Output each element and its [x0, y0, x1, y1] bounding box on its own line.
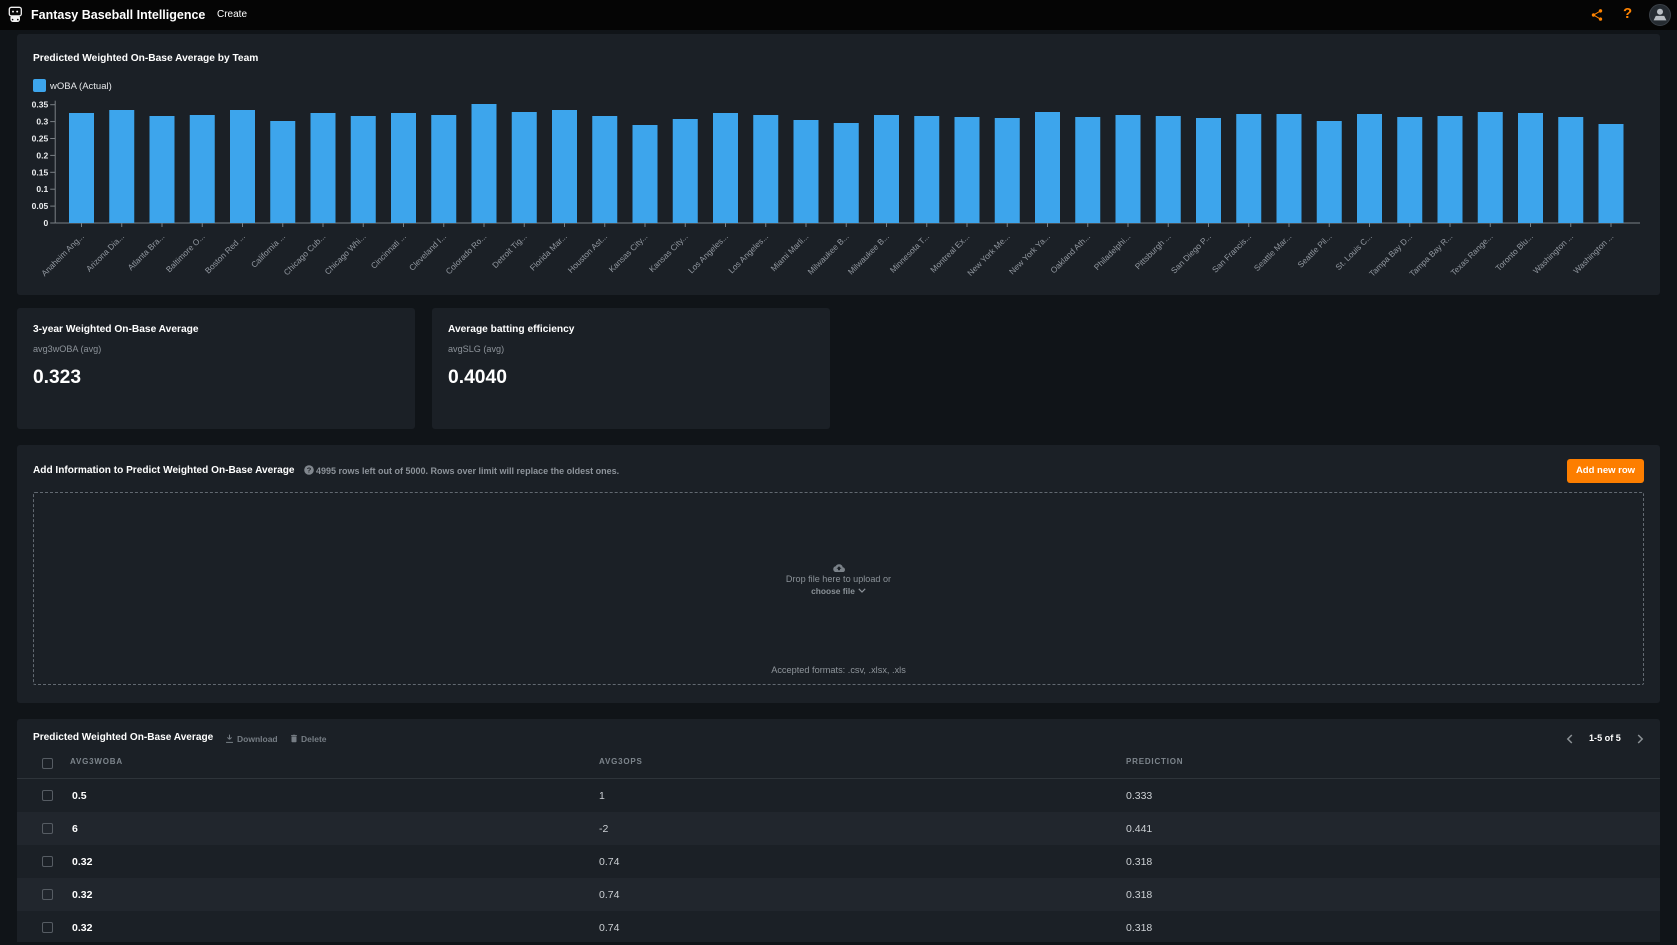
svg-text:Montreal Ex...: Montreal Ex...	[928, 231, 971, 274]
svg-text:Seattle Mar...: Seattle Mar...	[1252, 231, 1294, 273]
svg-text:Los Angeles...: Los Angeles...	[726, 231, 770, 275]
svg-text:Colorado Ro...: Colorado Ro...	[444, 231, 489, 276]
svg-text:0.35: 0.35	[32, 100, 49, 110]
svg-text:0.15: 0.15	[32, 167, 49, 177]
svg-text:Toronto Blu...: Toronto Blu...	[1493, 231, 1535, 273]
svg-text:Arizona Dia...: Arizona Dia...	[84, 231, 126, 273]
svg-text:New York Me...: New York Me...	[965, 231, 1012, 278]
svg-text:Chicago Cub...: Chicago Cub...	[282, 231, 328, 277]
svg-text:St. Louis C...: St. Louis C...	[1333, 231, 1374, 272]
svg-text:Cleveland I...: Cleveland I...	[407, 231, 448, 272]
svg-text:Kansas City...: Kansas City...	[647, 231, 690, 274]
svg-text:0.2: 0.2	[36, 150, 48, 160]
svg-text:Houston Ast...: Houston Ast...	[566, 231, 610, 275]
svg-text:Texas Range...: Texas Range...	[1448, 231, 1494, 277]
svg-text:Philadelphi...: Philadelphi...	[1092, 231, 1133, 272]
svg-text:Pittsburgh ...: Pittsburgh ...	[1133, 231, 1173, 271]
svg-text:Anaheim Ang...: Anaheim Ang...	[39, 231, 86, 278]
svg-text:Cincinnati ...: Cincinnati ...	[369, 231, 408, 270]
svg-text:0.1: 0.1	[36, 184, 48, 194]
svg-text:Baltimore O...: Baltimore O...	[164, 231, 207, 274]
svg-text:Milwaukee B...: Milwaukee B...	[805, 231, 850, 276]
svg-text:Atlanta Bra...: Atlanta Bra...	[125, 231, 166, 272]
svg-text:Tampa Bay R...: Tampa Bay R...	[1407, 231, 1454, 278]
svg-text:Detroit Tig...: Detroit Tig...	[490, 231, 529, 270]
svg-text:Oakland Ath...: Oakland Ath...	[1048, 231, 1092, 275]
svg-text:0.3: 0.3	[36, 117, 48, 127]
svg-text:Washington ...: Washington ...	[1531, 231, 1575, 275]
svg-text:0.25: 0.25	[32, 134, 49, 144]
svg-text:?: ?	[307, 466, 312, 475]
svg-text:Florida Mar...: Florida Mar...	[528, 231, 569, 272]
svg-text:San Diego P...: San Diego P...	[1169, 231, 1213, 275]
svg-text:0: 0	[43, 218, 48, 228]
svg-text:Washington ...: Washington ...	[1571, 231, 1615, 275]
svg-text:Boston Red ...: Boston Red ...	[203, 231, 247, 275]
svg-text:Seattle Pil...: Seattle Pil...	[1295, 231, 1333, 269]
svg-text:New York Ya...: New York Ya...	[1007, 231, 1052, 276]
svg-text:San Francis...: San Francis...	[1210, 231, 1253, 274]
svg-text:Milwaukee B...: Milwaukee B...	[846, 231, 891, 276]
svg-text:Minnesota T...: Minnesota T...	[888, 231, 931, 274]
svg-text:Kansas City...: Kansas City...	[607, 231, 650, 274]
svg-text:Chicago Whi...: Chicago Whi...	[322, 231, 367, 276]
svg-text:0.05: 0.05	[32, 201, 49, 211]
svg-text:Miami Marli...: Miami Marli...	[768, 231, 810, 273]
svg-text:California ...: California ...	[249, 231, 287, 269]
svg-text:Los Angeles...: Los Angeles...	[686, 231, 730, 275]
